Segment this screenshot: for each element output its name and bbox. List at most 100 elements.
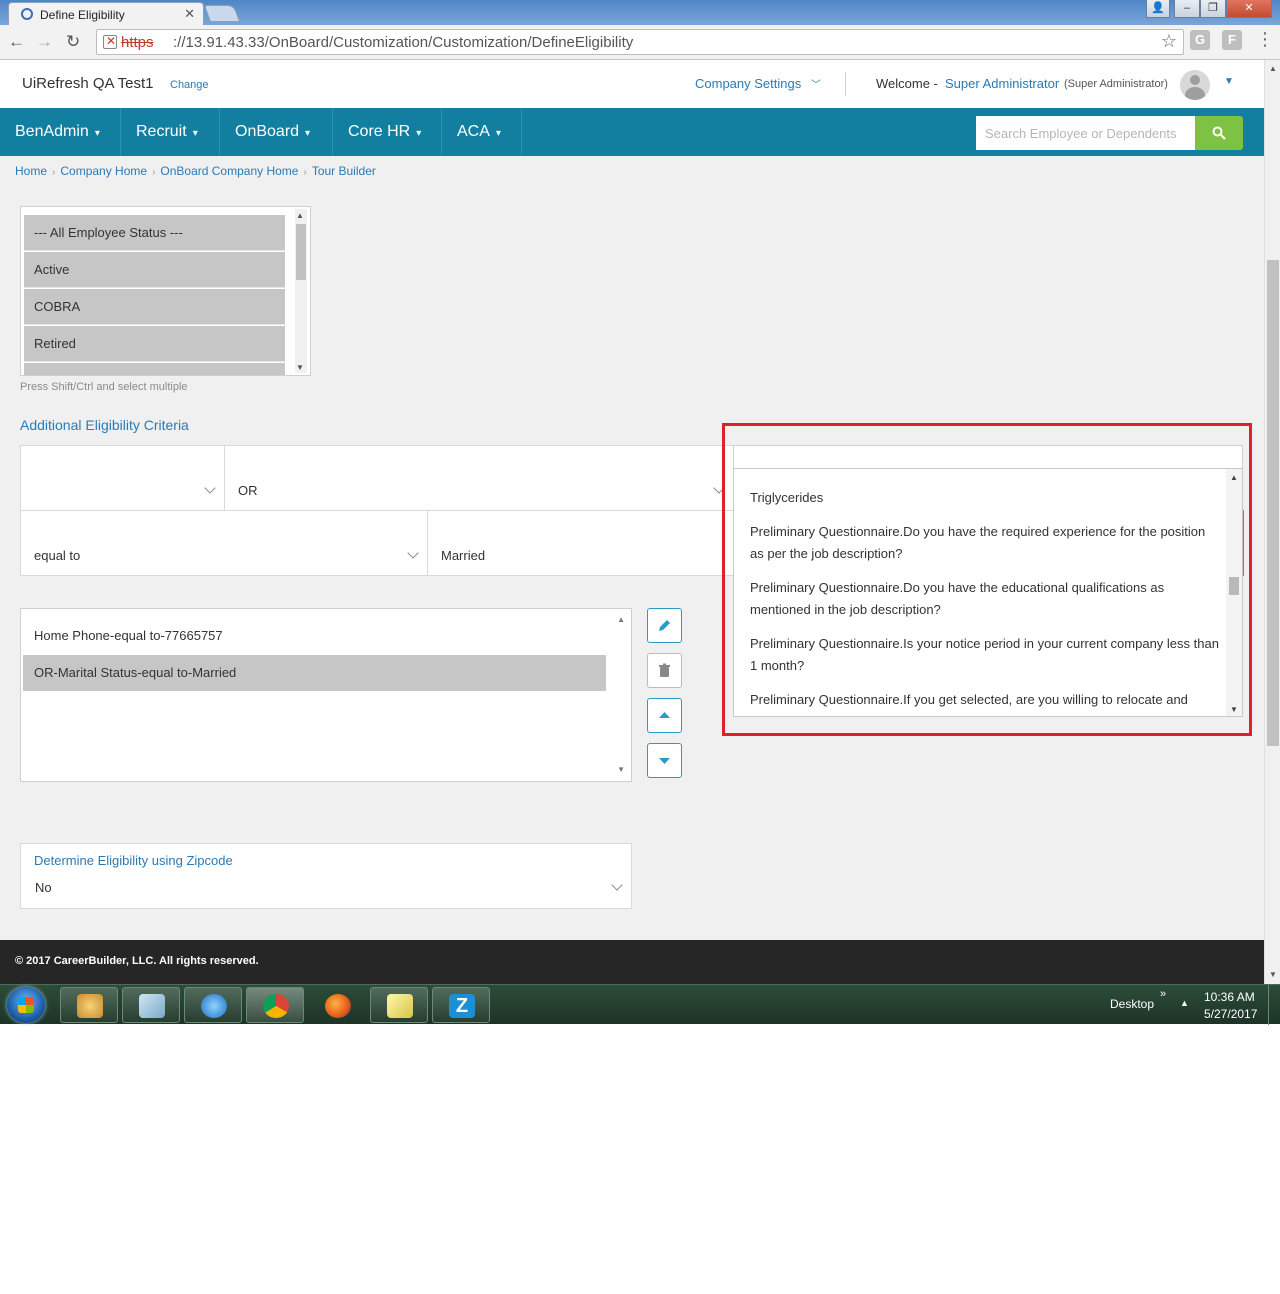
scroll-up-icon[interactable]: ▲: [1269, 64, 1277, 73]
start-button[interactable]: [7, 987, 45, 1023]
taskbar-chrome[interactable]: [246, 987, 304, 1023]
scrollbar-thumb[interactable]: [1267, 260, 1279, 746]
status-option[interactable]: COBRA: [24, 289, 285, 325]
scrollbar-thumb[interactable]: [296, 224, 306, 280]
breadcrumb: Home › Company Home › OnBoard Company Home › T…: [15, 164, 376, 178]
caret-down-icon: [659, 758, 670, 764]
z-app-icon: Z: [449, 994, 475, 1018]
extension-g-icon[interactable]: G: [1190, 30, 1210, 50]
browser-menu-icon[interactable]: ⋮: [1256, 29, 1274, 50]
extension-flipboard-icon[interactable]: F: [1222, 30, 1242, 50]
notepad-icon: [139, 994, 165, 1018]
user-name-link[interactable]: Super Administrator: [945, 76, 1059, 91]
app-header: UiRefresh QA Test1 Change Company Settin…: [0, 60, 1264, 108]
new-tab-button[interactable]: [203, 5, 241, 22]
move-down-button[interactable]: [647, 743, 682, 778]
page-favicon-icon: [21, 8, 33, 20]
nav-core-hr[interactable]: Core HR ▾: [333, 108, 442, 156]
scroll-down-icon[interactable]: ▼: [617, 765, 625, 774]
operator-select[interactable]: equal to: [20, 510, 428, 576]
status-option[interactable]: --- All Employee Status ---: [24, 215, 285, 251]
caret-down-icon[interactable]: ▼: [1224, 76, 1234, 87]
change-company-link[interactable]: Change: [170, 79, 209, 91]
clock-time[interactable]: 10:36 AM: [1204, 990, 1255, 1004]
chevron-right-icon: ›: [152, 167, 156, 178]
taskbar-paint[interactable]: [60, 987, 118, 1023]
value-select[interactable]: Married: [427, 510, 737, 576]
close-window-button[interactable]: ✕: [1226, 0, 1272, 18]
nav-recruit[interactable]: Recruit ▾: [121, 108, 220, 156]
scroll-up-icon[interactable]: ▲: [617, 615, 625, 624]
nav-item-label: OnBoard: [235, 123, 300, 140]
tab-close-icon[interactable]: ✕: [184, 6, 195, 22]
bookmark-star-icon[interactable]: ☆: [1161, 31, 1177, 52]
taskbar-zoom-app[interactable]: Z: [432, 987, 490, 1023]
show-desktop-button[interactable]: [1268, 985, 1280, 1025]
tray-expand-icon[interactable]: ▲: [1180, 998, 1189, 1008]
clock-date[interactable]: 5/27/2017: [1204, 1007, 1257, 1021]
nav-item-label: ACA: [457, 123, 490, 140]
desktop-toolbar-label[interactable]: Desktop: [1110, 997, 1154, 1011]
taskbar-internet-explorer[interactable]: [184, 987, 242, 1023]
scroll-up-icon[interactable]: ▲: [296, 211, 304, 220]
chevron-down-icon: [407, 547, 419, 559]
chevron-down-icon: [204, 482, 216, 494]
multiselect-hint: Press Shift/Ctrl and select multiple: [20, 381, 188, 393]
delete-criteria-button[interactable]: [647, 653, 682, 688]
paint-icon: [77, 994, 103, 1018]
list-item[interactable]: OR-Marital Status-equal to-Married: [23, 655, 606, 691]
criteria-list[interactable]: Home Phone-equal to-77665757 OR-Marital …: [20, 608, 632, 782]
status-option[interactable]: Active: [24, 252, 285, 288]
maximize-button[interactable]: ❐: [1200, 0, 1226, 18]
scroll-down-icon[interactable]: ▼: [1269, 970, 1277, 979]
chevron-down-icon: ▾: [94, 128, 100, 139]
edit-criteria-button[interactable]: [647, 608, 682, 643]
zipcode-label: Determine Eligibility using Zipcode: [34, 853, 233, 868]
breadcrumb-onboard-company-home[interactable]: OnBoard Company Home: [160, 164, 298, 178]
multiselect-scrollbar[interactable]: ▲ ▼: [295, 209, 307, 373]
company-settings-label: Company Settings: [695, 76, 802, 91]
move-up-button[interactable]: [647, 698, 682, 733]
employee-search-input[interactable]: [976, 116, 1195, 150]
nav-item-label: BenAdmin: [15, 123, 89, 140]
forward-arrow-icon[interactable]: →: [36, 32, 53, 52]
browser-tab[interactable]: Define Eligibility ✕: [8, 2, 204, 26]
connector-select[interactable]: OR: [224, 445, 734, 511]
chevron-down-icon: [611, 879, 623, 891]
status-option[interactable]: Retired: [24, 326, 285, 362]
nav-benadmin[interactable]: BenAdmin ▾: [0, 108, 121, 156]
nav-aca[interactable]: ACA ▾: [442, 108, 522, 156]
reload-icon[interactable]: ↻: [66, 32, 80, 52]
breadcrumb-company-home[interactable]: Company Home: [60, 164, 147, 178]
internet-explorer-icon: [201, 994, 227, 1018]
main-navbar: BenAdmin ▾ Recruit ▾ OnBoard ▾ Core HR ▾ ACA…: [0, 108, 1264, 156]
avatar[interactable]: [1180, 70, 1210, 100]
section-title: Additional Eligibility Criteria: [20, 417, 189, 433]
scroll-down-icon[interactable]: ▼: [296, 363, 304, 372]
search-button[interactable]: [1195, 116, 1243, 150]
back-arrow-icon[interactable]: ←: [8, 32, 25, 52]
sticky-notes-icon: [387, 994, 413, 1018]
page-scrollbar[interactable]: ▲ ▼: [1264, 60, 1280, 984]
chevron-down-icon: ▾: [305, 128, 311, 139]
company-settings-menu[interactable]: Company Settings ﹀: [695, 76, 821, 91]
zipcode-eligibility-select[interactable]: Determine Eligibility using Zipcode No: [20, 843, 632, 909]
taskbar-sticky-notes[interactable]: [370, 987, 428, 1023]
minimize-button[interactable]: –: [1174, 0, 1200, 18]
criteria-field-select[interactable]: [20, 445, 225, 511]
copyright-text: © 2017 CareerBuilder, LLC. All rights re…: [15, 955, 259, 967]
chevron-down-icon: ▾: [495, 128, 501, 139]
taskbar-notepad[interactable]: [122, 987, 180, 1023]
breadcrumb-tour-builder[interactable]: Tour Builder: [312, 164, 376, 178]
status-option[interactable]: [24, 363, 285, 375]
user-role: (Super Administrator): [1064, 78, 1168, 90]
double-chevron-icon[interactable]: »: [1160, 988, 1166, 1000]
address-bar[interactable]: https ://13.91.43.33/OnBoard/Customizati…: [96, 29, 1184, 55]
screen: Define Eligibility ✕ 👤 – ❐ ✕ ← → ↻ https…: [0, 0, 1280, 1294]
breadcrumb-home[interactable]: Home: [15, 164, 47, 178]
nav-onboard[interactable]: OnBoard ▾: [220, 108, 333, 156]
list-item[interactable]: Home Phone-equal to-77665757: [23, 618, 606, 654]
user-profile-icon[interactable]: 👤: [1146, 0, 1170, 18]
employee-status-multiselect[interactable]: --- All Employee Status --- Active COBRA…: [20, 206, 311, 376]
taskbar-firefox[interactable]: [308, 987, 366, 1023]
